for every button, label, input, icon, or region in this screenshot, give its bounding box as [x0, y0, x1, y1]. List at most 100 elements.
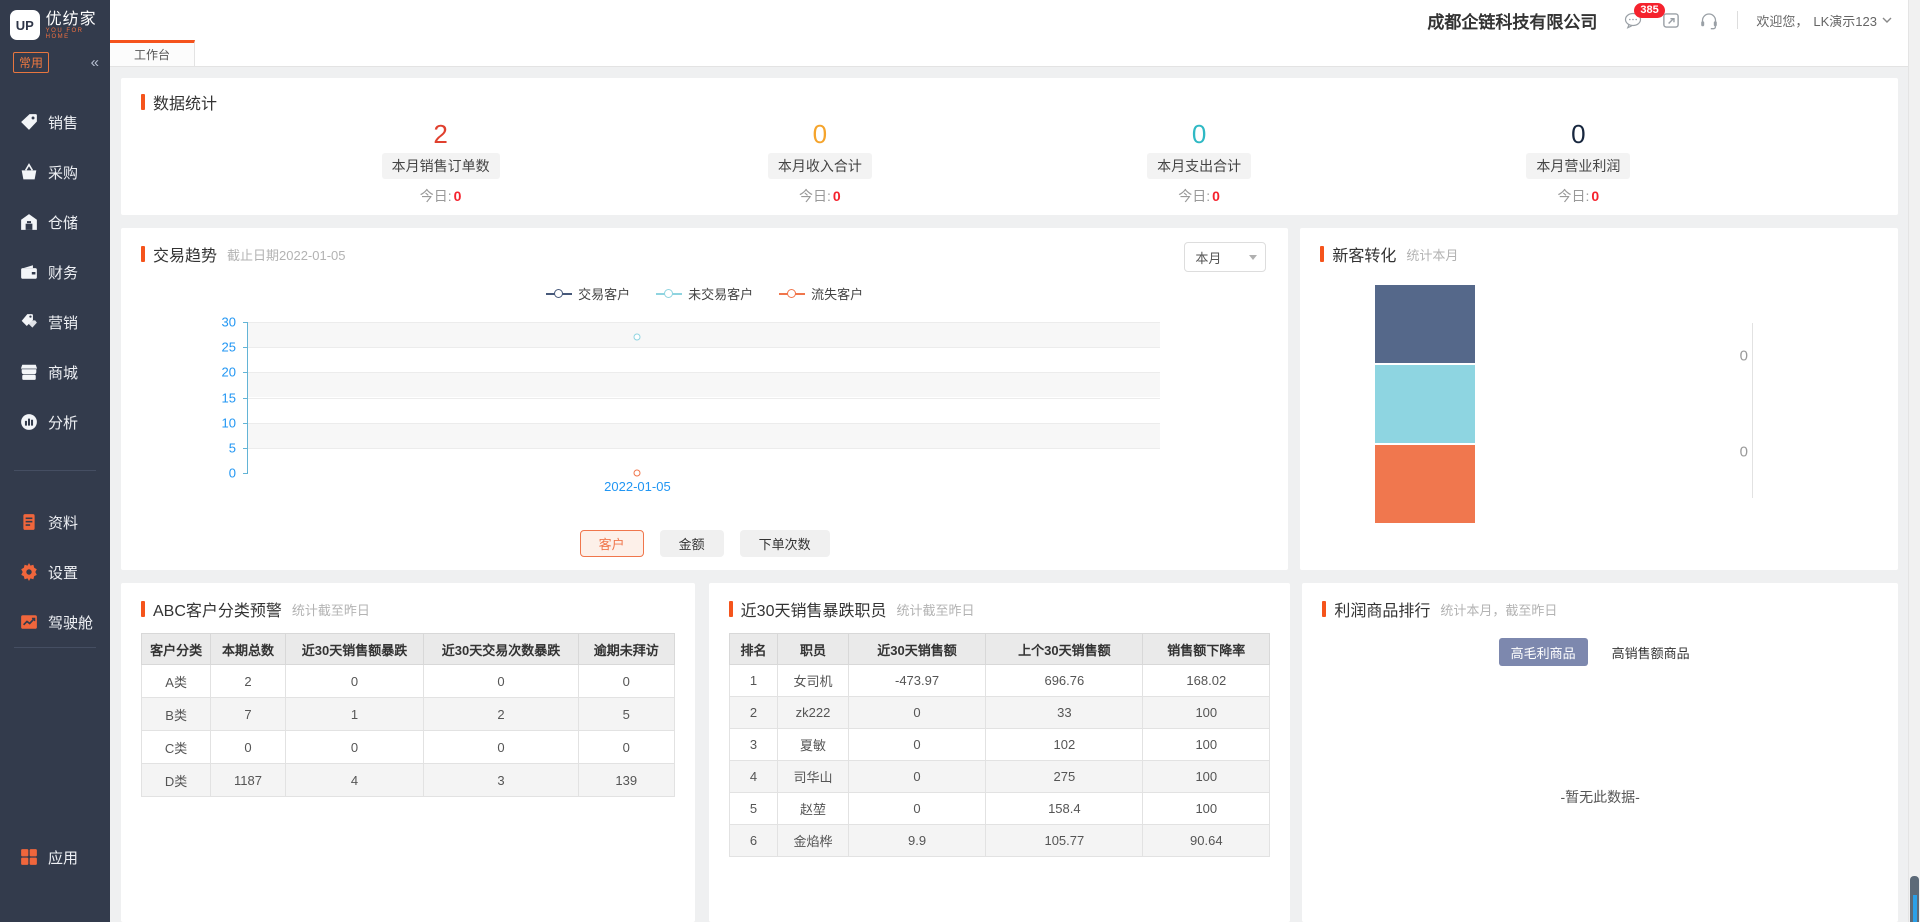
chevron-down-icon — [1249, 255, 1257, 260]
trend-metric-button[interactable]: 客户 — [580, 530, 644, 557]
legend-item[interactable]: 流失客户 — [779, 284, 863, 303]
funnel-title: 新客转化 — [1332, 242, 1396, 266]
welcome-text: 欢迎您， — [1756, 11, 1808, 30]
trend-metric-buttons: 客户金额下单次数 — [121, 530, 1288, 557]
user-menu[interactable]: 欢迎您， LK演示123 — [1756, 11, 1892, 30]
pie-chart-icon — [20, 413, 38, 431]
sidebar-item-finance[interactable]: 财务 — [0, 247, 110, 297]
page-scrollbar — [1908, 0, 1920, 922]
table-cell: 100 — [1143, 793, 1270, 825]
sidebar-item-mall[interactable]: 商城 — [0, 347, 110, 397]
sidebar-item-label: 营销 — [48, 312, 78, 333]
favorites-badge[interactable]: 常用 — [13, 52, 49, 73]
support-button[interactable] — [1699, 11, 1719, 30]
topbar-divider — [1737, 11, 1738, 29]
y-axis-tick — [243, 372, 248, 373]
abc-warning-card: ABC客户分类预警 统计截至昨日 客户分类本期总数近30天销售额暴跌近30天交易… — [121, 583, 695, 922]
decline-subtitle: 统计截至昨日 — [896, 600, 974, 619]
y-axis-tick — [243, 347, 248, 348]
table-cell: 100 — [1143, 761, 1270, 793]
table-row: C类0000 — [142, 731, 675, 764]
sidebar-item-warehouse[interactable]: 仓储 — [0, 197, 110, 247]
table-cell: 金焰桦 — [778, 825, 848, 857]
fullscreen-button[interactable] — [1661, 11, 1681, 30]
abc-table: 客户分类本期总数近30天销售额暴跌近30天交易次数暴跌逾期未拜访A类2000B类… — [141, 633, 675, 797]
logo-icon: UP — [10, 10, 40, 40]
sidebar-item-marketing[interactable]: 营销 — [0, 297, 110, 347]
period-select[interactable]: 本月 — [1184, 242, 1266, 272]
sidebar-main-menu: 销售采购仓储财务营销商城分析 — [0, 97, 110, 447]
table-cell: 0 — [285, 665, 423, 698]
dashboard-icon — [20, 613, 38, 631]
sidebar-item-analysis[interactable]: 分析 — [0, 397, 110, 447]
messages-button[interactable]: 385 — [1623, 11, 1643, 30]
wallet-icon — [20, 263, 38, 281]
table-row: D类118743139 — [142, 764, 675, 797]
scrollbar-thumb[interactable] — [1910, 876, 1919, 922]
table-row: 4司华山0275100 — [729, 761, 1270, 793]
trend-card: 交易趋势 截止日期2022-01-05 本月 交易客户未交易客户流失客户 051… — [121, 228, 1288, 570]
chart-grid-band — [248, 398, 1160, 423]
sidebar-item-label: 资料 — [48, 512, 78, 533]
sidebar-collapse-icon[interactable]: « — [91, 54, 99, 71]
topbar: 成都企链科技有限公司 385 — [110, 0, 1908, 40]
trend-metric-button[interactable]: 金额 — [660, 530, 724, 557]
legend-item[interactable]: 交易客户 — [546, 284, 630, 303]
legend-marker-icon — [779, 289, 805, 299]
table-header-cell: 近30天销售额 — [848, 634, 986, 665]
data-point — [634, 334, 641, 341]
table-cell: 9.9 — [848, 825, 986, 857]
sidebar-item-purchase[interactable]: 采购 — [0, 147, 110, 197]
profit-toggle-button[interactable]: 高销售额商品 — [1600, 638, 1702, 666]
sidebar-item-label: 应用 — [48, 847, 78, 868]
sidebar-item-label: 驾驶舱 — [48, 612, 93, 633]
tab-workbench[interactable]: 工作台 — [110, 40, 195, 66]
section-marker — [141, 601, 145, 617]
sidebar-item-cockpit[interactable]: 驾驶舱 — [0, 597, 110, 647]
table-cell: 90.64 — [1143, 825, 1270, 857]
table-header-row: 客户分类本期总数近30天销售额暴跌近30天交易次数暴跌逾期未拜访 — [142, 634, 675, 665]
tag-icon — [20, 113, 38, 131]
sidebar-item-sales[interactable]: 销售 — [0, 97, 110, 147]
sidebar-item-data[interactable]: 资料 — [0, 497, 110, 547]
empty-state-text: -暂无此数据- — [1302, 787, 1898, 807]
table-cell: 0 — [848, 697, 986, 729]
profit-toggle-button[interactable]: 高毛利商品 — [1499, 638, 1588, 666]
legend-item[interactable]: 未交易客户 — [656, 284, 753, 303]
legend-marker-icon — [656, 289, 682, 299]
y-axis-tick-label: 10 — [206, 415, 236, 430]
trend-metric-button[interactable]: 下单次数 — [740, 530, 830, 557]
table-header-cell: 销售额下降率 — [1143, 634, 1270, 665]
table-cell: 0 — [211, 731, 286, 764]
stat-today: 今日:0 — [251, 186, 630, 206]
section-marker — [141, 94, 145, 110]
sidebar-item-label: 分析 — [48, 412, 78, 433]
profit-ranking-card: 利润商品排行 统计本月，截至昨日 高毛利商品高销售额商品 -暂无此数据- — [1302, 583, 1898, 922]
section-marker — [1322, 601, 1326, 617]
trend-subtitle: 截止日期2022-01-05 — [227, 245, 346, 264]
table-cell: 5 — [729, 793, 778, 825]
table-cell: 2 — [424, 698, 578, 731]
sidebar-item-settings[interactable]: 设置 — [0, 547, 110, 597]
table-cell: 2 — [211, 665, 286, 698]
document-icon — [20, 513, 38, 531]
table-cell: 275 — [986, 761, 1143, 793]
table-row: 5赵堃0158.4100 — [729, 793, 1270, 825]
table-cell: B类 — [142, 698, 211, 731]
sidebar-item-apps[interactable]: 应用 — [0, 832, 110, 882]
stat-today: 今日:0 — [630, 186, 1009, 206]
table-cell: 7 — [211, 698, 286, 731]
y-axis-tick — [243, 423, 248, 424]
warehouse-icon — [20, 213, 38, 231]
sidebar-item-label: 财务 — [48, 262, 78, 283]
trend-line-chart: 0510152025302022-01-05 — [247, 322, 1160, 473]
decline-title: 近30天销售暴跌职员 — [741, 597, 887, 621]
table-cell: 夏敏 — [778, 729, 848, 761]
table-row: 2zk222033100 — [729, 697, 1270, 729]
dashboard-content: 数据统计 2本月销售订单数今日:00本月收入合计今日:00本月支出合计今日:00… — [110, 67, 1908, 922]
section-marker — [1320, 246, 1324, 262]
section-marker — [141, 246, 145, 262]
y-axis-tick-label: 5 — [206, 440, 236, 455]
table-cell: 0 — [578, 731, 674, 764]
stat-today: 今日:0 — [1010, 186, 1389, 206]
